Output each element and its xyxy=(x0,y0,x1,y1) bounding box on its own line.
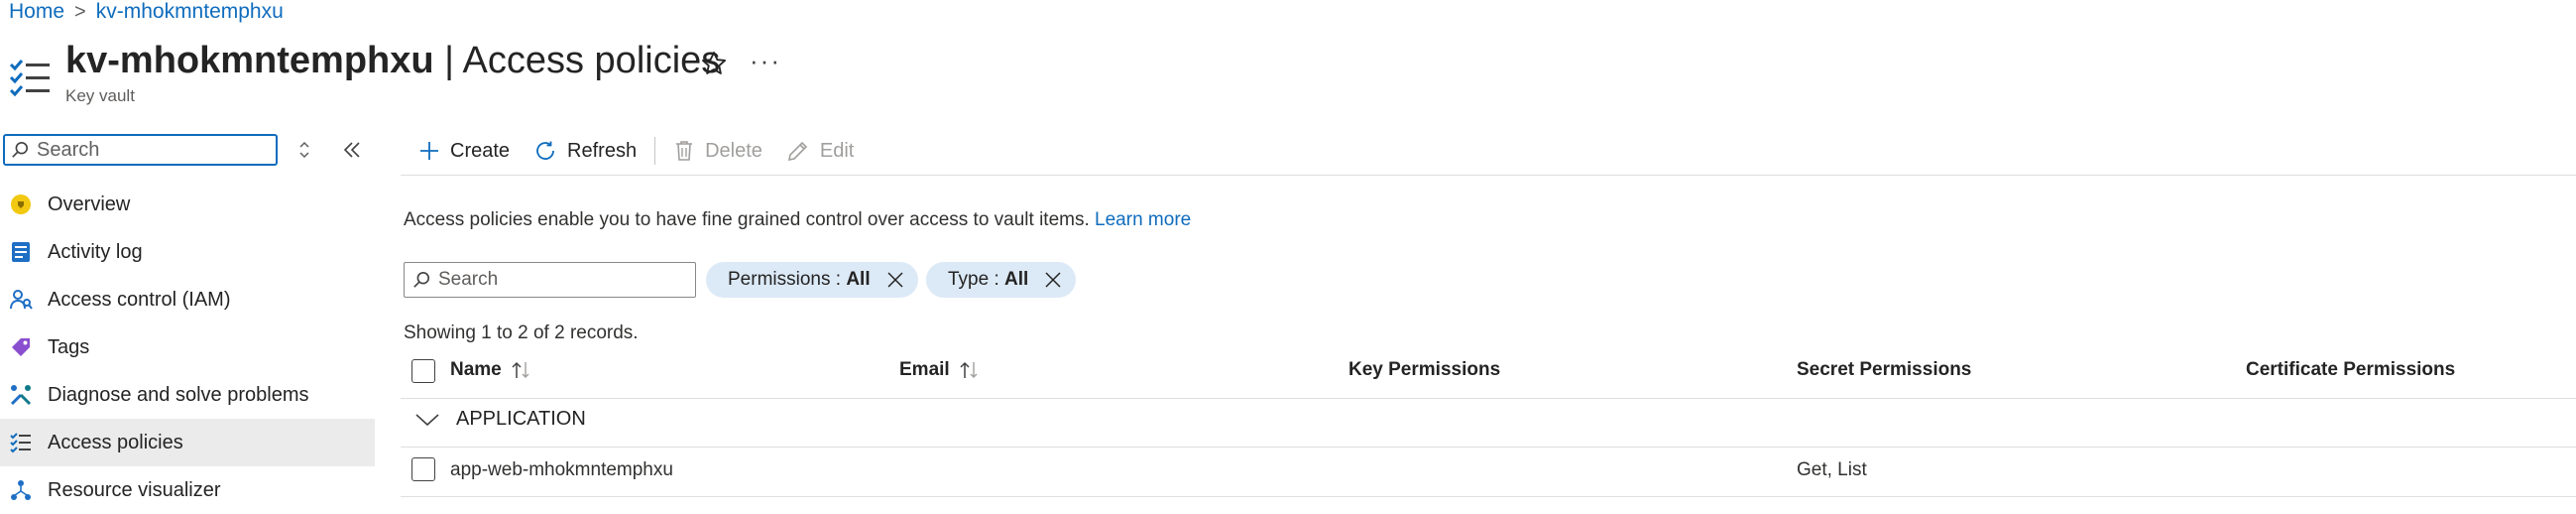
wrench-icon xyxy=(8,382,34,408)
create-label: Create xyxy=(450,139,511,162)
toolbar-divider xyxy=(654,137,656,165)
refresh-button[interactable]: Refresh xyxy=(522,139,648,163)
breadcrumb-current-link[interactable]: kv-mhokmntemphxu xyxy=(96,0,284,24)
sidebar-item-label: Resource visualizer xyxy=(48,478,221,501)
create-button[interactable]: Create xyxy=(407,140,522,163)
resource-name: kv-mhokmntemphxu xyxy=(65,40,434,81)
column-header-secret-permissions: Secret Permissions xyxy=(1797,359,1971,381)
iam-icon xyxy=(8,287,34,313)
delete-label: Delete xyxy=(705,139,762,162)
search-icon xyxy=(413,271,430,288)
records-count: Showing 1 to 2 of 2 records. xyxy=(404,322,639,343)
tag-icon xyxy=(8,334,34,360)
page-title-text: Access policies xyxy=(462,40,721,81)
refresh-icon xyxy=(536,141,554,160)
sidebar-item-activity-log[interactable]: Activity log xyxy=(0,228,375,276)
row-divider xyxy=(401,496,2576,497)
title-separator: | xyxy=(433,40,463,81)
access-policies-title-icon xyxy=(9,60,50,97)
select-all-checkbox[interactable] xyxy=(411,359,435,383)
close-icon[interactable] xyxy=(886,271,904,289)
plus-icon xyxy=(420,142,438,160)
column-header-label: Secret Permissions xyxy=(1797,359,1972,380)
column-header-label: Key Permissions xyxy=(1348,359,1501,380)
search-icon xyxy=(12,141,29,158)
sidebar-search-input[interactable] xyxy=(35,137,267,163)
column-header-certificate-permissions: Certificate Permissions xyxy=(2246,359,2455,381)
column-header-label: Email xyxy=(899,359,950,380)
column-header-name[interactable]: Name xyxy=(450,359,533,381)
description-text: Access policies enable you to have fine … xyxy=(404,209,1096,230)
sidebar-nav: Overview Activity log Access control (IA… xyxy=(0,181,375,514)
row-secret-permissions-cell: Get, List xyxy=(1797,459,1867,480)
pencil-icon xyxy=(787,141,808,162)
refresh-label: Refresh xyxy=(567,139,638,162)
delete-button[interactable]: Delete xyxy=(661,139,774,163)
sidebar-item-overview[interactable]: Overview xyxy=(0,181,375,228)
sort-icon xyxy=(512,361,529,378)
type-filter-pill[interactable]: Type : All xyxy=(926,262,1077,298)
collapse-sidebar-icon[interactable] xyxy=(339,137,365,163)
sidebar-item-label: Tags xyxy=(48,335,90,358)
sidebar-item-access-control[interactable]: Access control (IAM) xyxy=(0,276,375,323)
resource-type: Key vault xyxy=(65,86,135,105)
page-title: kv-mhokmntemphxu | Access policies xyxy=(65,40,720,82)
policy-search-input[interactable] xyxy=(436,268,688,292)
column-header-key-permissions: Key Permissions xyxy=(1348,359,1500,381)
expand-collapse-toggle-icon[interactable] xyxy=(295,139,313,161)
breadcrumb: Home > kv-mhokmntemphxu xyxy=(9,0,284,24)
access-policies-icon xyxy=(8,430,34,455)
column-header-email[interactable]: Email xyxy=(899,359,982,381)
permissions-filter-pill[interactable]: Permissions : All xyxy=(706,262,918,298)
row-name-cell[interactable]: app-web-mhokmntemphxu xyxy=(450,459,673,481)
command-bar: Create Refresh Delete Edit xyxy=(407,133,866,169)
permissions-filter-label: Permissions : All xyxy=(728,269,871,290)
sort-icon xyxy=(960,361,978,378)
sidebar-item-tags[interactable]: Tags xyxy=(0,323,375,371)
more-options-button[interactable]: ··· xyxy=(750,46,781,76)
description: Access policies enable you to have fine … xyxy=(404,209,1191,231)
chevron-down-icon xyxy=(415,413,439,426)
edit-button[interactable]: Edit xyxy=(774,139,866,163)
type-filter-label: Type : All xyxy=(948,269,1029,290)
sidebar-item-label: Overview xyxy=(48,193,131,215)
header-divider xyxy=(401,398,2576,399)
sidebar-item-access-policies[interactable]: Access policies xyxy=(0,419,375,466)
sidebar-search-box[interactable] xyxy=(3,134,278,166)
toolbar-divider-line xyxy=(401,175,2576,176)
resource-visualizer-icon xyxy=(8,477,34,503)
breadcrumb-separator: > xyxy=(74,0,86,23)
group-header-application[interactable]: APPLICATION xyxy=(414,408,586,431)
edit-label: Edit xyxy=(819,139,855,162)
trash-icon xyxy=(676,141,693,161)
sidebar-item-label: Access control (IAM) xyxy=(48,288,231,311)
sidebar-item-label: Access policies xyxy=(48,431,183,453)
close-icon[interactable] xyxy=(1044,271,1062,289)
activity-log-icon xyxy=(8,239,34,265)
column-header-label: Name xyxy=(450,359,502,380)
learn-more-link[interactable]: Learn more xyxy=(1095,209,1191,230)
overview-icon xyxy=(8,192,34,217)
policy-search-box[interactable] xyxy=(404,262,696,298)
group-divider xyxy=(401,447,2576,448)
sidebar-item-label: Diagnose and solve problems xyxy=(48,383,309,406)
row-checkbox[interactable] xyxy=(411,457,435,481)
breadcrumb-home-link[interactable]: Home xyxy=(9,0,64,24)
sidebar-item-label: Activity log xyxy=(48,240,143,263)
group-label: APPLICATION xyxy=(456,408,586,430)
column-header-label: Certificate Permissions xyxy=(2246,359,2456,380)
favorite-star-icon[interactable] xyxy=(700,50,728,77)
sidebar-item-diagnose[interactable]: Diagnose and solve problems xyxy=(0,371,375,419)
